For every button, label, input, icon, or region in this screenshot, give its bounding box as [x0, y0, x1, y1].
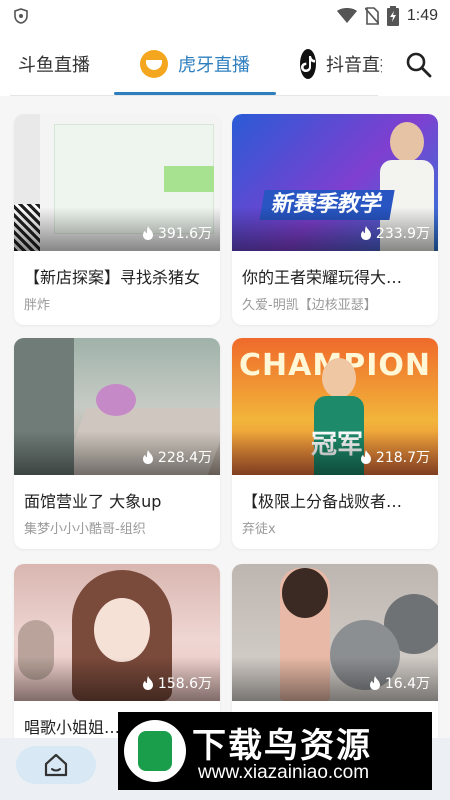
viewer-count-text: 391.6万 — [157, 226, 212, 242]
streamer-name: 弃徒x — [242, 522, 276, 537]
douyin-logo-icon — [300, 49, 316, 79]
live-room-card[interactable]: 新赛季教学 233.9万 你的王者荣耀玩得大… 久爱-明凯【边核亚瑟】 — [232, 114, 438, 325]
viewer-count-text: 228.4万 — [157, 450, 212, 466]
tab-douyu[interactable]: 斗鱼直播 — [18, 32, 90, 96]
viewer-count-text: 233.9万 — [375, 226, 430, 242]
live-room-card[interactable]: 228.4万 面馆营业了 大象up 集梦小小小酷哥-组织 — [14, 338, 220, 549]
streamer-name: 集梦小小小酷哥-组织 — [24, 522, 146, 537]
room-thumbnail: 16.4万 — [232, 564, 438, 701]
shield-icon — [14, 8, 28, 24]
viewer-count-text: 158.6万 — [157, 676, 212, 692]
live-room-card[interactable]: 391.6万 【新店探案】寻找杀猪女 胖炸 — [14, 114, 220, 325]
live-room-card[interactable]: CHAMPION 冠军 218.7万 【极限上分备战败者… 弃徒x — [232, 338, 438, 549]
watermark-url: www.xiazainiao.com — [198, 762, 370, 783]
thumbnail-caption: 新赛季教学 — [259, 190, 395, 220]
flame-icon — [142, 450, 153, 464]
watermark: 下载鸟资源 www.xiazainiao.com — [118, 712, 432, 790]
flame-icon — [369, 676, 380, 690]
flame-icon — [142, 676, 153, 690]
home-button[interactable] — [16, 746, 96, 784]
no-sim-icon — [364, 7, 379, 25]
watermark-logo — [124, 720, 186, 782]
viewer-count: 16.4万 — [369, 673, 430, 693]
status-icons: 1:49 — [336, 5, 438, 27]
tab-label: 斗鱼直播 — [18, 55, 90, 76]
viewer-count-text: 218.7万 — [375, 450, 430, 466]
viewer-count: 218.7万 — [360, 447, 430, 467]
streamer-name: 胖炸 — [24, 298, 51, 313]
room-title: 【新店探案】寻找杀猪女 — [24, 268, 201, 287]
home-icon — [44, 753, 68, 777]
room-thumbnail: CHAMPION 冠军 218.7万 — [232, 338, 438, 475]
room-thumbnail: 158.6万 — [14, 564, 220, 701]
status-bar: 1:49 — [0, 0, 450, 32]
huya-logo-icon — [140, 50, 168, 78]
flame-icon — [142, 226, 153, 240]
room-thumbnail: 228.4万 — [14, 338, 220, 475]
clock: 1:49 — [406, 7, 438, 24]
viewer-count: 228.4万 — [142, 447, 212, 467]
room-title: 你的王者荣耀玩得大… — [242, 268, 403, 287]
live-room-grid: 391.6万 【新店探案】寻找杀猪女 胖炸 新赛季教学 233.9万 你的王者荣… — [0, 96, 450, 800]
viewer-count: 233.9万 — [360, 223, 430, 243]
room-thumbnail: 新赛季教学 233.9万 — [232, 114, 438, 251]
room-title: 面馆营业了 大象up — [24, 492, 162, 511]
flame-icon — [360, 226, 371, 240]
tab-label: 抖音直播 — [326, 55, 382, 76]
flame-icon — [360, 450, 371, 464]
battery-charging-icon — [386, 6, 399, 26]
viewer-count: 158.6万 — [142, 673, 212, 693]
viewer-count: 391.6万 — [142, 223, 212, 243]
watermark-title: 下载鸟资源 — [192, 726, 372, 766]
streamer-name: 久爱-明凯【边核亚瑟】 — [242, 298, 377, 313]
tab-huya[interactable]: 虎牙直播 — [140, 32, 250, 96]
wifi-icon — [336, 8, 357, 23]
tab-label: 虎牙直播 — [178, 55, 250, 76]
tab-douyin[interactable]: 抖音直播 — [300, 32, 382, 96]
viewer-count-text: 16.4万 — [384, 676, 430, 692]
live-platform-tabs: 斗鱼直播 虎牙直播 抖音直播 — [0, 32, 450, 96]
search-icon[interactable] — [404, 50, 434, 80]
room-thumbnail: 391.6万 — [14, 114, 220, 251]
room-title: 【极限上分备战败者… — [242, 492, 403, 511]
